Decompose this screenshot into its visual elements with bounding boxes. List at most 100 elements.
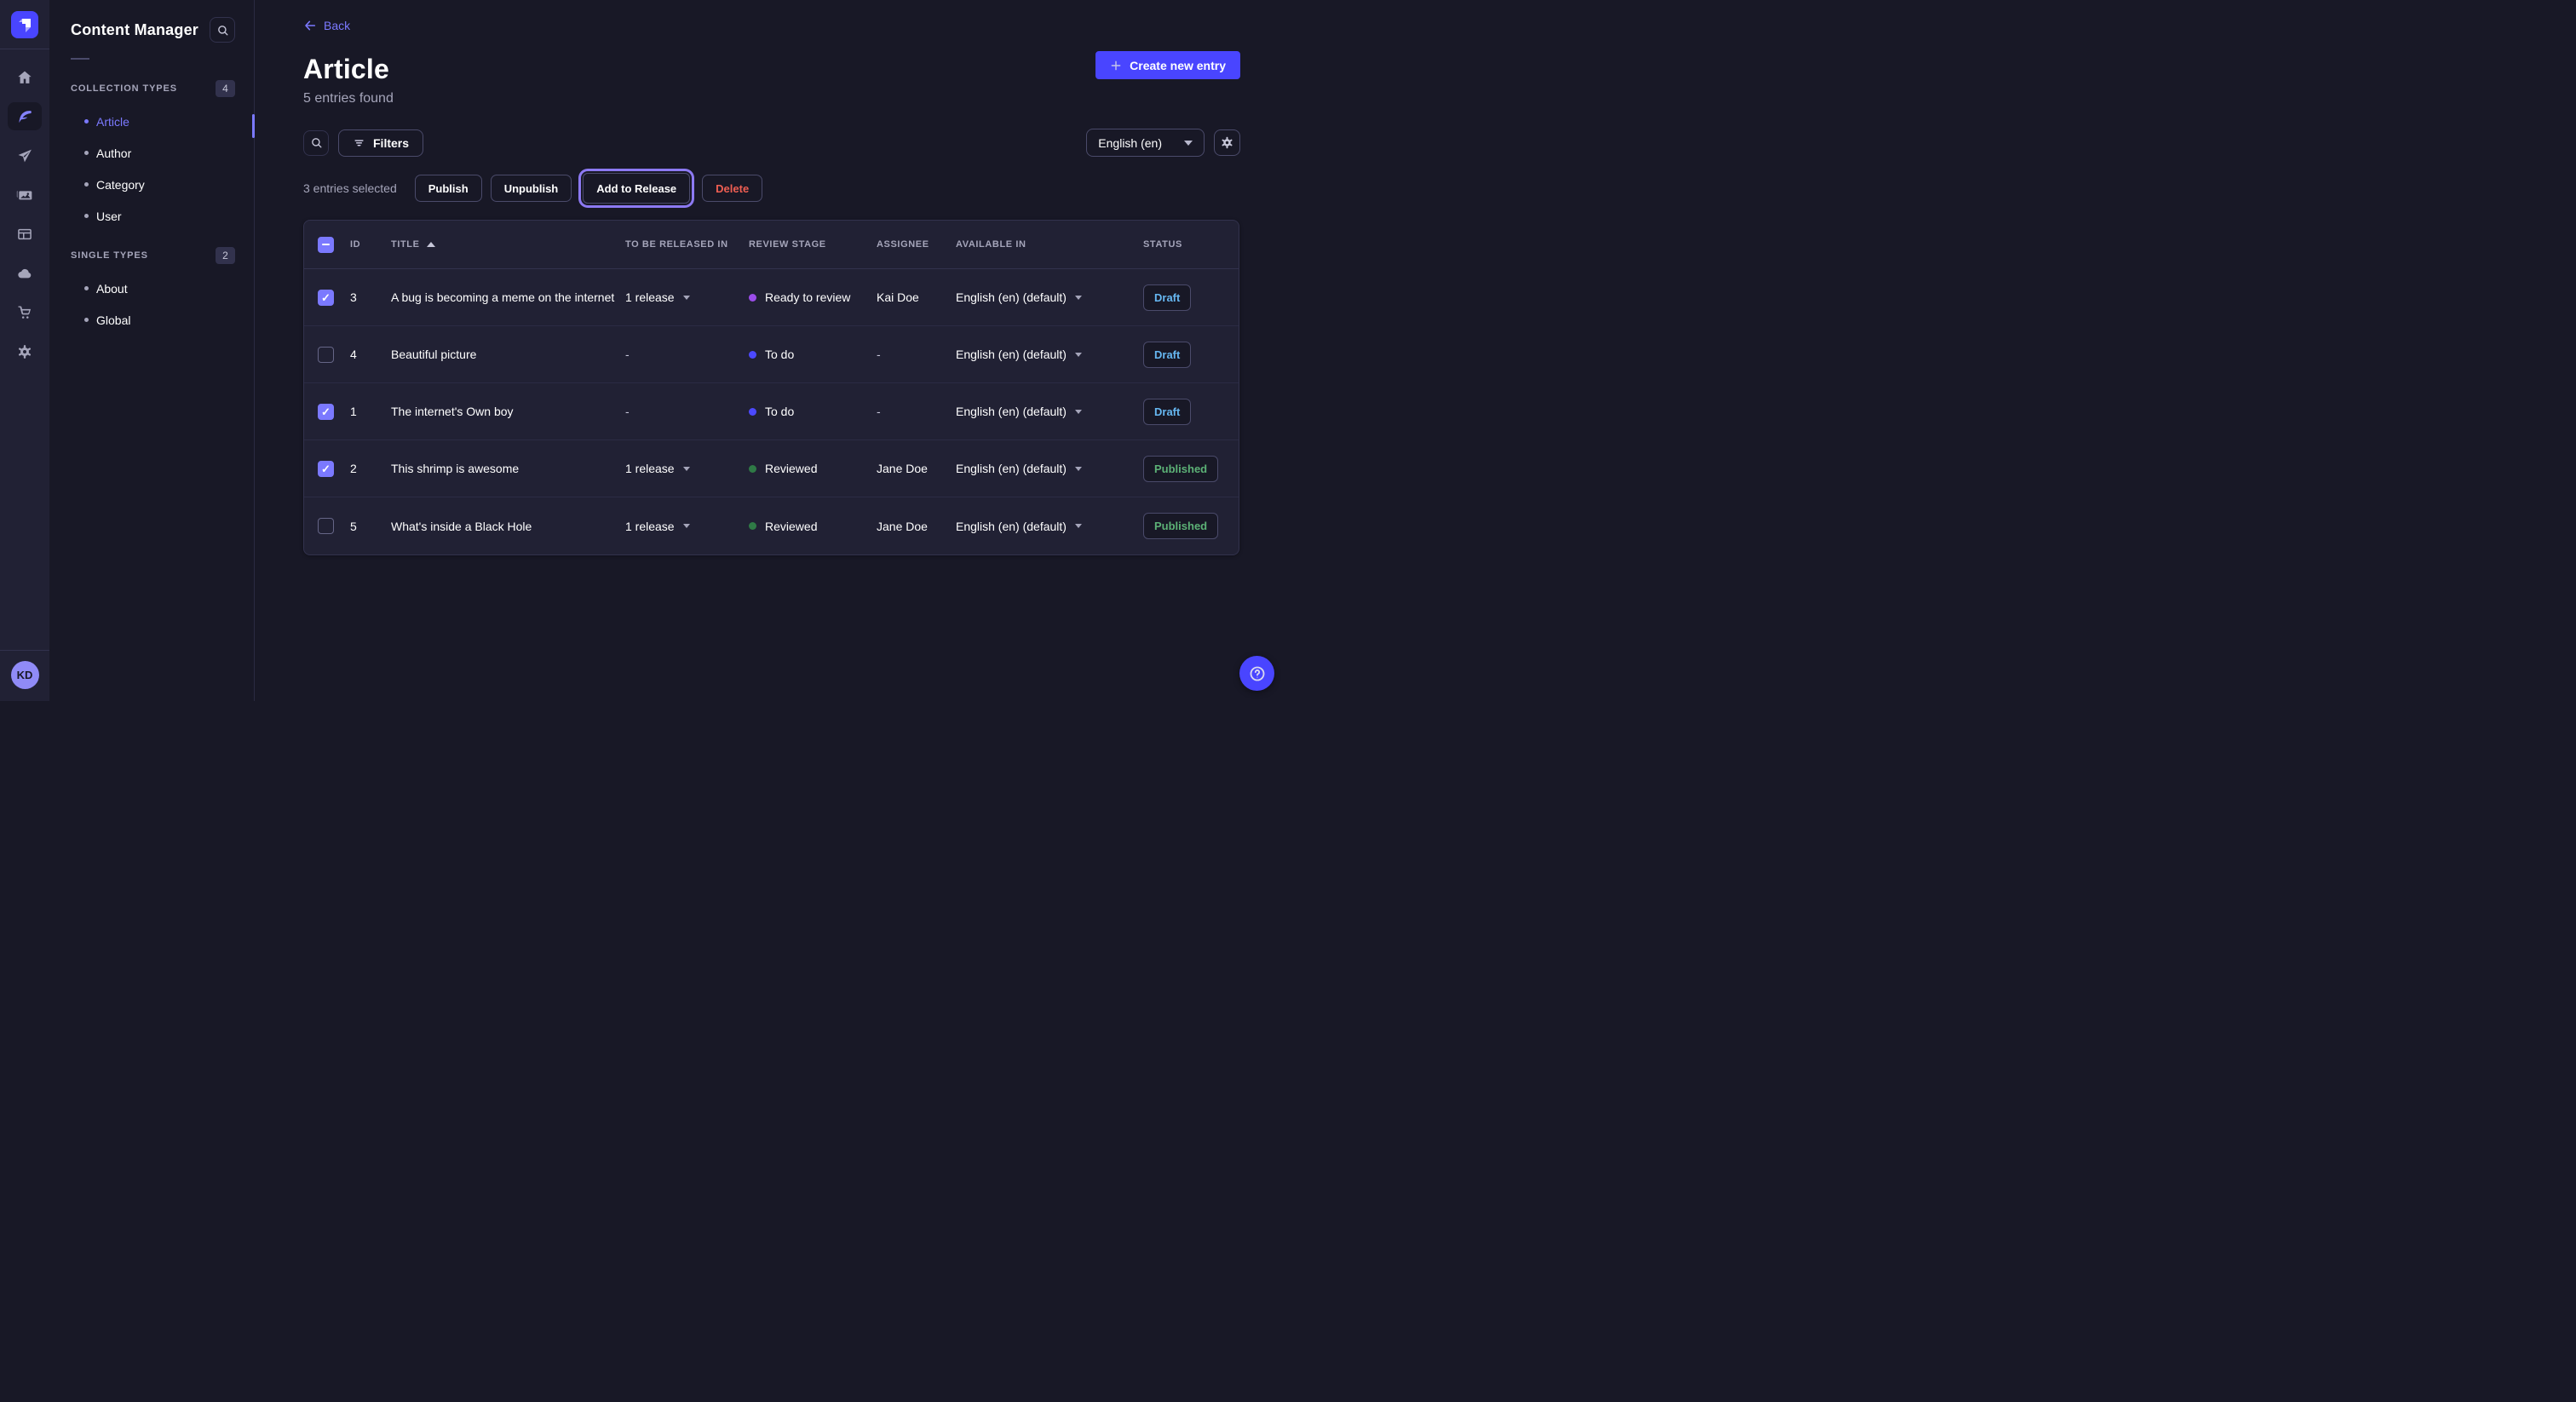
sidebar-item-user[interactable]: User	[49, 200, 254, 232]
chevron-down-icon	[683, 296, 690, 300]
review-stage-cell: Reviewed	[749, 462, 877, 475]
locale-select[interactable]: English (en)	[1086, 129, 1205, 157]
review-stage-cell: To do	[749, 405, 877, 418]
column-header-status[interactable]: STATUS	[1143, 239, 1225, 250]
sidebar-item-global[interactable]: Global	[49, 304, 254, 336]
chevron-down-icon	[683, 467, 690, 471]
locale-dropdown[interactable]: English (en) (default)	[956, 405, 1143, 418]
row-checkbox[interactable]	[318, 461, 334, 477]
column-header-title[interactable]: TITLE	[391, 239, 625, 250]
review-stage-dot	[749, 294, 756, 302]
table-header-row: ID TITLE TO BE RELEASED IN REVIEW STAGE …	[304, 221, 1239, 269]
row-title: A bug is becoming a meme on the internet	[391, 290, 625, 304]
help-button[interactable]	[1239, 656, 1274, 691]
table-row[interactable]: 5 What's inside a Black Hole 1 release R…	[304, 497, 1239, 554]
column-header-assignee[interactable]: ASSIGNEE	[877, 239, 956, 250]
view-settings-button[interactable]	[1214, 129, 1240, 156]
selection-count-text: 3 entries selected	[303, 181, 397, 195]
collection-types-section: COLLECTION TYPES 4 Article Author Catego…	[49, 80, 254, 232]
release-dropdown[interactable]: -	[625, 405, 749, 418]
strapi-logo-icon	[11, 11, 38, 38]
row-assignee: Kai Doe	[877, 290, 956, 304]
delete-button[interactable]: Delete	[702, 175, 762, 202]
release-dropdown[interactable]: 1 release	[625, 520, 749, 533]
review-stage-cell: To do	[749, 348, 877, 361]
row-assignee: -	[877, 348, 956, 361]
app-window: KD Content Manager COLLECTION TYPES 4 Ar…	[0, 0, 1288, 701]
locale-dropdown[interactable]: English (en) (default)	[956, 520, 1143, 533]
row-assignee: Jane Doe	[877, 462, 956, 475]
select-all-checkbox[interactable]	[318, 237, 334, 253]
add-to-release-button[interactable]: Add to Release	[583, 173, 690, 204]
sidebar-item-about[interactable]: About	[49, 273, 254, 304]
locale-dropdown[interactable]: English (en) (default)	[956, 462, 1143, 475]
layout-card-icon[interactable]	[8, 220, 42, 248]
create-new-entry-button[interactable]: Create new entry	[1095, 51, 1240, 79]
publish-button[interactable]: Publish	[415, 175, 482, 202]
sidebar-item-category[interactable]: Category	[49, 169, 254, 200]
locale-dropdown[interactable]: English (en) (default)	[956, 348, 1143, 361]
rail-footer: KD	[0, 650, 49, 701]
bullet-icon	[84, 151, 89, 155]
table-row[interactable]: 1 The internet's Own boy - To do - Engli…	[304, 383, 1239, 440]
divider	[71, 58, 89, 60]
home-icon[interactable]	[8, 63, 42, 91]
review-stage-dot	[749, 351, 756, 359]
row-title: The internet's Own boy	[391, 405, 625, 418]
entries-table: ID TITLE TO BE RELEASED IN REVIEW STAGE …	[303, 220, 1239, 555]
column-header-review-stage[interactable]: REVIEW STAGE	[749, 239, 877, 250]
release-dropdown[interactable]: -	[625, 348, 749, 361]
toolbar: Filters English (en)	[303, 129, 1240, 157]
row-id: 5	[350, 520, 391, 533]
release-dropdown[interactable]: 1 release	[625, 462, 749, 475]
locale-dropdown[interactable]: English (en) (default)	[956, 290, 1143, 304]
cloud-icon[interactable]	[8, 259, 42, 287]
review-stage-cell: Reviewed	[749, 520, 877, 533]
bullet-icon	[84, 214, 89, 218]
column-header-released-in[interactable]: TO BE RELEASED IN	[625, 239, 749, 250]
row-title: What's inside a Black Hole	[391, 520, 625, 533]
subnav-search-button[interactable]	[210, 17, 235, 43]
sidebar-item-author[interactable]: Author	[49, 137, 254, 169]
table-row[interactable]: 4 Beautiful picture - To do - English (e…	[304, 326, 1239, 383]
row-checkbox[interactable]	[318, 518, 334, 534]
status-badge: Published	[1143, 513, 1218, 539]
settings-gear-icon[interactable]	[8, 337, 42, 365]
table-row[interactable]: 2 This shrimp is awesome 1 release Revie…	[304, 440, 1239, 497]
release-dropdown[interactable]: 1 release	[625, 290, 749, 304]
review-stage-dot	[749, 408, 756, 416]
strapi-logo[interactable]	[0, 0, 49, 49]
section-label: COLLECTION TYPES	[71, 83, 177, 94]
status-badge: Draft	[1143, 284, 1191, 311]
row-checkbox[interactable]	[318, 347, 334, 363]
column-header-available-in[interactable]: AVAILABLE IN	[956, 239, 1143, 250]
search-icon	[216, 24, 229, 37]
chevron-down-icon	[1075, 353, 1082, 357]
section-count-badge: 2	[216, 247, 235, 264]
chevron-down-icon	[1075, 467, 1082, 471]
bullet-icon	[84, 119, 89, 124]
media-library-icon[interactable]	[8, 181, 42, 209]
user-avatar[interactable]: KD	[11, 661, 39, 689]
row-id: 2	[350, 462, 391, 475]
plus-icon	[1110, 60, 1122, 72]
sort-ascending-icon	[427, 242, 435, 247]
subnav-title: Content Manager	[71, 21, 198, 39]
column-header-id[interactable]: ID	[350, 239, 391, 250]
question-mark-icon	[1248, 664, 1267, 683]
row-id: 1	[350, 405, 391, 418]
row-checkbox[interactable]	[318, 404, 334, 420]
single-types-section: SINGLE TYPES 2 About Global	[49, 247, 254, 336]
search-button[interactable]	[303, 130, 329, 156]
section-label: SINGLE TYPES	[71, 250, 148, 261]
row-checkbox[interactable]	[318, 290, 334, 306]
content-manager-feather-icon[interactable]	[8, 102, 42, 130]
row-assignee: Jane Doe	[877, 520, 956, 533]
paper-plane-icon[interactable]	[8, 141, 42, 170]
shopping-cart-icon[interactable]	[8, 298, 42, 326]
sidebar-item-article[interactable]: Article	[49, 106, 254, 137]
filters-button[interactable]: Filters	[338, 129, 423, 157]
back-link[interactable]: Back	[303, 19, 350, 32]
table-row[interactable]: 3 A bug is becoming a meme on the intern…	[304, 269, 1239, 326]
unpublish-button[interactable]: Unpublish	[491, 175, 572, 202]
